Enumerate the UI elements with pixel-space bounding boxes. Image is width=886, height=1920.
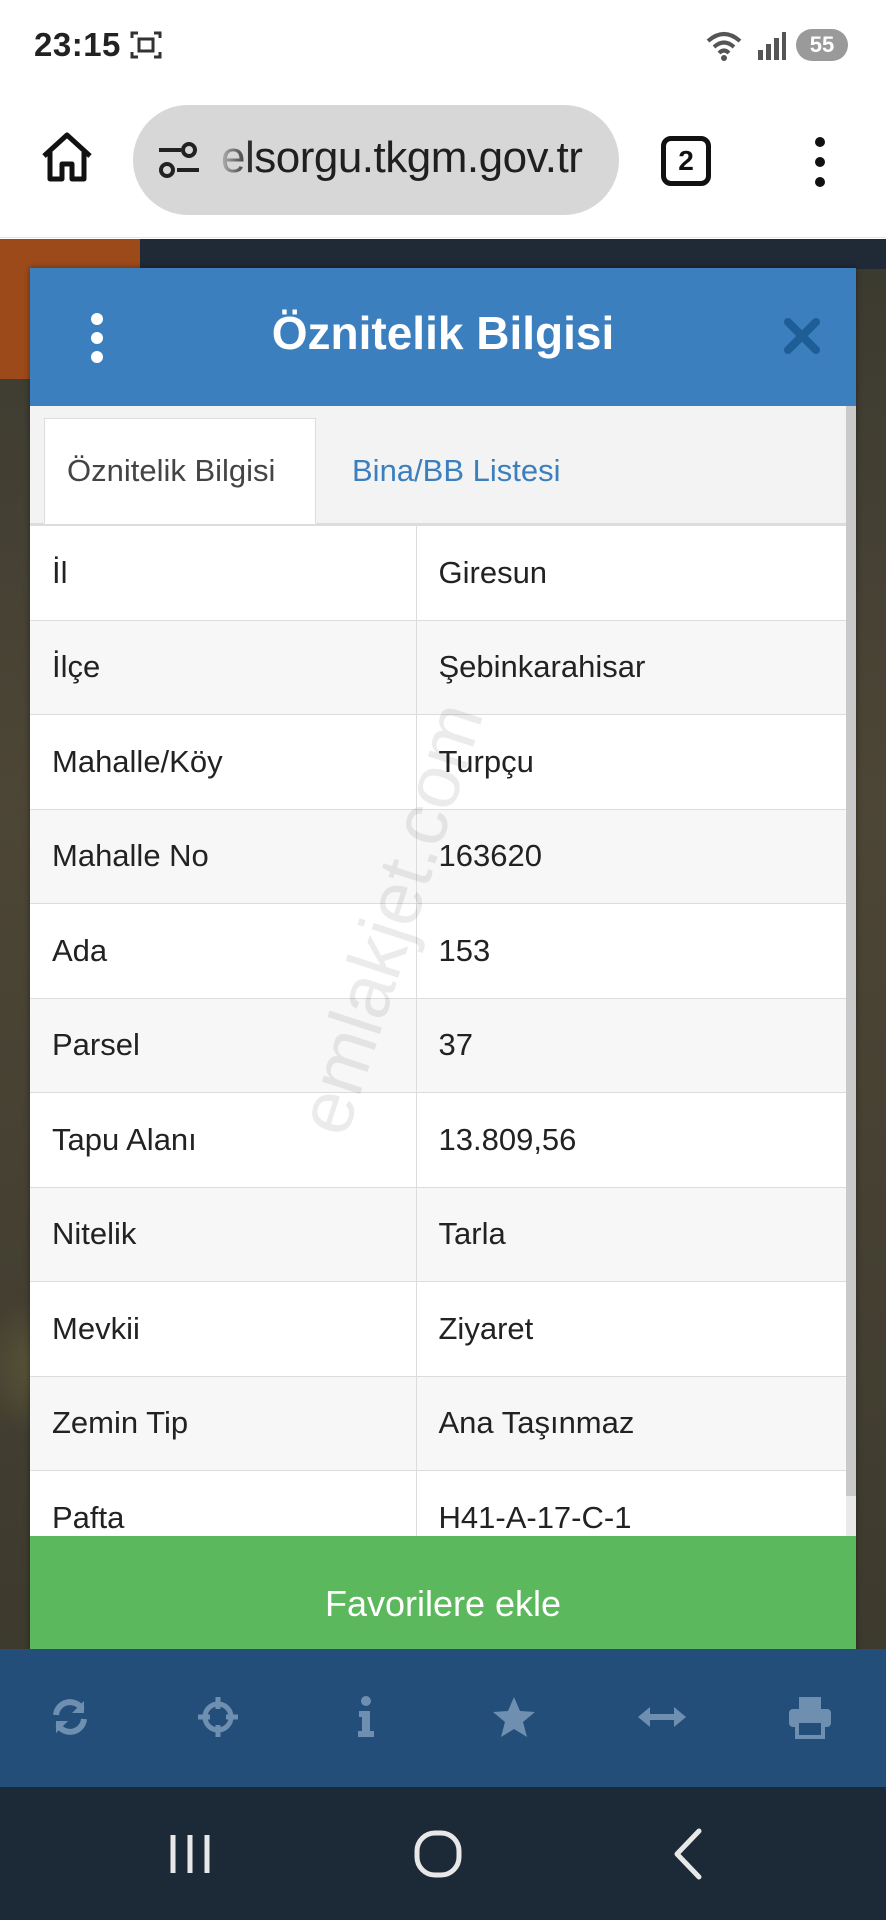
row-key: Parsel (30, 997, 417, 1093)
map-toolbar (0, 1649, 886, 1787)
locate-button[interactable] (188, 1689, 248, 1745)
tab-attribute-info[interactable]: Öznitelik Bilgisi (44, 418, 316, 524)
status-time: 23:15 (34, 26, 121, 63)
info-button[interactable] (336, 1689, 396, 1745)
screenshot-icon (130, 31, 162, 59)
row-key: İlçe (30, 619, 417, 715)
row-key: Mevkii (30, 1281, 417, 1377)
row-value: 37 (415, 997, 846, 1093)
scrollbar-thumb[interactable] (846, 406, 856, 1496)
row-key: İl (30, 525, 417, 621)
modal-title: Öznitelik Bilgisi (271, 307, 615, 359)
system-navigation-bar (0, 1787, 886, 1920)
battery-indicator: 55 (796, 29, 848, 61)
table-row: İl Giresun (30, 525, 846, 621)
site-settings-icon[interactable] (157, 140, 201, 180)
home-nav-icon[interactable] (403, 1819, 473, 1889)
row-key: Ada (30, 903, 417, 999)
favorites-button[interactable] (484, 1689, 544, 1745)
table-row: Mevkii Ziyaret (30, 1281, 846, 1377)
address-bar[interactable]: elsorgu.tkgm.gov.tr (133, 105, 619, 215)
refresh-icon (53, 1699, 87, 1735)
row-value: Ana Taşınmaz (415, 1375, 846, 1471)
row-value: H41-A-17-C-1 (415, 1470, 846, 1536)
row-value: Ziyaret (415, 1281, 846, 1377)
measure-button[interactable] (632, 1689, 692, 1745)
tab-building-list[interactable]: Bina/BB Listesi (330, 418, 583, 524)
row-key: Mahalle No (30, 808, 417, 904)
table-row: Mahalle/Köy Turpçu (30, 714, 846, 810)
row-value: 153 (415, 903, 846, 999)
attribute-info-modal: Öznitelik Bilgisi Öznitelik Bilgisi Bina… (30, 268, 856, 1672)
attribute-table: İl Giresun İlçe Şebinkarahisar Mahalle/K… (30, 524, 846, 1536)
star-icon (493, 1697, 535, 1737)
row-value: 163620 (415, 808, 846, 904)
back-icon[interactable] (655, 1819, 725, 1889)
status-bar: 23:15 55 (0, 0, 886, 90)
crosshair-icon (198, 1697, 238, 1737)
map-header-strip (140, 239, 886, 269)
row-key: Pafta (30, 1470, 417, 1536)
tab-switcher-button[interactable]: 2 (661, 136, 711, 186)
table-row: Ada 153 (30, 903, 846, 999)
print-button[interactable] (780, 1689, 840, 1745)
row-key: Tapu Alanı (30, 1092, 417, 1188)
browser-toolbar: elsorgu.tkgm.gov.tr 2 (0, 90, 886, 238)
row-key: Mahalle/Köy (30, 714, 417, 810)
url-text: elsorgu.tkgm.gov.tr (221, 133, 583, 182)
table-row: Parsel 37 (30, 997, 846, 1093)
refresh-button[interactable] (40, 1689, 100, 1745)
table-row: Zemin Tip Ana Taşınmaz (30, 1375, 846, 1471)
modal-tabs: Öznitelik Bilgisi Bina/BB Listesi (30, 406, 846, 524)
row-key: Nitelik (30, 1186, 417, 1282)
row-value: Şebinkarahisar (415, 619, 846, 715)
home-icon[interactable] (40, 130, 94, 184)
row-value: Giresun (415, 525, 846, 621)
row-value: Turpçu (415, 714, 846, 810)
status-icons: 55 (706, 28, 848, 62)
table-row: Pafta H41-A-17-C-1 (30, 1470, 846, 1536)
modal-header: Öznitelik Bilgisi (30, 268, 856, 406)
more-options-icon[interactable] (808, 134, 832, 190)
table-row: İlçe Şebinkarahisar (30, 619, 846, 715)
table-row: Tapu Alanı 13.809,56 (30, 1092, 846, 1188)
table-row: Nitelik Tarla (30, 1186, 846, 1282)
row-key: Zemin Tip (30, 1375, 417, 1471)
arrows-horizontal-icon (638, 1707, 686, 1727)
wifi-icon (706, 32, 742, 61)
row-value: Tarla (415, 1186, 846, 1282)
printer-icon (789, 1697, 831, 1739)
recent-apps-icon[interactable] (155, 1819, 225, 1889)
row-value: 13.809,56 (415, 1092, 846, 1188)
info-icon (358, 1696, 374, 1737)
signal-icon (758, 32, 786, 60)
close-icon[interactable] (782, 316, 822, 356)
table-row: Mahalle No 163620 (30, 808, 846, 904)
